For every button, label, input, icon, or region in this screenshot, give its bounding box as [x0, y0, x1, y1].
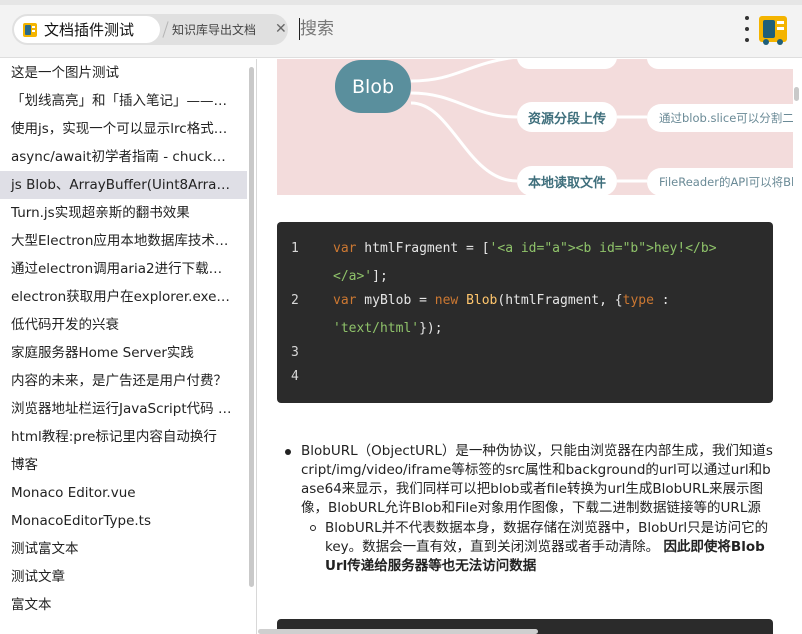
- sidebar-item[interactable]: html教程:pre标记里内容自动换行: [0, 423, 247, 451]
- article-body: BlobURL（ObjectURL）是一种伪协议，只能由浏览器在内部生成，我们知…: [282, 442, 774, 576]
- sidebar-item[interactable]: 测试文章: [0, 563, 247, 591]
- tab-group: 文档插件测试 知识库导出文档 ✕: [12, 14, 288, 45]
- sidebar-item[interactable]: electron获取用户在explorer.exe中选中的文件: [0, 283, 247, 311]
- circle-bullet-icon: [310, 525, 316, 531]
- tab-active[interactable]: 文档插件测试: [14, 16, 160, 43]
- mindmap-root-node: Blob: [335, 60, 411, 113]
- sidebar-scrollbar[interactable]: [249, 67, 254, 587]
- line-number: 4: [291, 369, 299, 384]
- sidebar-item[interactable]: Monaco Editor.vue: [0, 479, 247, 507]
- line-number: 3: [291, 345, 299, 360]
- app-logo-icon[interactable]: [756, 12, 790, 46]
- sub-list-item: BlobURL并不代表数据本身，数据存储在浏览器中，BlobUrl只是访问它的k…: [282, 519, 774, 576]
- document-list: 这是一个图片测试「划线高亮」和「插入笔记」——不可忽视的...使用js，实现一个…: [0, 59, 256, 619]
- sidebar-item[interactable]: 大型Electron应用本地数据库技术选型: [0, 227, 247, 255]
- sidebar-item[interactable]: 家庭服务器Home Server实践: [0, 339, 247, 367]
- sidebar-item[interactable]: 浏览器地址栏运行JavaScript代码 - 对象: [0, 395, 247, 423]
- title-bar-strip: [0, 0, 802, 5]
- sidebar-item[interactable]: 这是一个图片测试: [0, 59, 247, 87]
- sub-paragraph: BlobURL并不代表数据本身，数据存储在浏览器中，BlobUrl只是访问它的k…: [325, 520, 768, 574]
- code-text: </a>'];: [333, 269, 388, 284]
- sidebar-item[interactable]: 「划线高亮」和「插入笔记」——不可忽视的...: [0, 87, 247, 115]
- sidebar-item[interactable]: 富文本: [0, 591, 247, 619]
- code-text: 'text/html'});: [333, 321, 443, 336]
- bullet-icon: [285, 449, 291, 455]
- sidebar-item[interactable]: 内容的未来，是广告还是用户付费？: [0, 367, 247, 395]
- code-text: var htmlFragment = ['<a id="a"><b id="b"…: [333, 241, 717, 256]
- kebab-dot: [745, 38, 749, 42]
- line-number: 1: [291, 241, 299, 256]
- sidebar-item[interactable]: Turn.js实现超亲斯的翻书效果: [0, 199, 247, 227]
- sidebar-item[interactable]: 使用js，实现一个可以显示lrc格式歌词的播放器: [0, 115, 247, 143]
- paragraph-text: BlobURL（ObjectURL）是一种伪协议，只能由浏览器在内部生成，我们知…: [301, 443, 773, 516]
- sidebar-item[interactable]: js Blob、ArrayBuffer(Uint8Array、TypedArra…: [0, 171, 247, 199]
- line-number: 2: [291, 293, 299, 308]
- sidebar-item[interactable]: MonacoEditorType.ts: [0, 507, 247, 535]
- kebab-dot: [745, 16, 749, 20]
- code-text: var myBlob = new Blob(htmlFragment, {typ…: [333, 293, 670, 308]
- close-icon[interactable]: ✕: [275, 19, 287, 39]
- mindmap-node: 资源分段上传: [517, 102, 617, 132]
- notebook-icon: [23, 22, 37, 37]
- sidebar-item[interactable]: async/await初学者指南 - chuckQu的个人空间: [0, 143, 247, 171]
- mindmap-node: 本地读取文件: [517, 166, 617, 195]
- search-input[interactable]: [300, 16, 720, 42]
- more-options-icon[interactable]: [742, 16, 752, 42]
- list-item: BlobURL（ObjectURL）是一种伪协议，只能由浏览器在内部生成，我们知…: [282, 442, 774, 518]
- code-block[interactable]: 1 var htmlFragment = ['<a id="a"><b id="…: [277, 222, 773, 403]
- content-vertical-scrollbar[interactable]: [794, 87, 799, 101]
- tab-inactive-label[interactable]: 知识库导出文档: [172, 21, 256, 38]
- tab-separator: [162, 21, 169, 38]
- sidebar-item[interactable]: 低代码开发的兴衰: [0, 311, 247, 339]
- tab-active-label: 文档插件测试: [44, 21, 135, 39]
- kebab-dot: [745, 27, 749, 31]
- title-bar: 文档插件测试 知识库导出文档 ✕: [0, 0, 802, 58]
- document-list-sidebar: 这是一个图片测试「划线高亮」和「插入笔记」——不可忽视的...使用js，实现一个…: [0, 59, 257, 634]
- sidebar-item[interactable]: 博客: [0, 451, 247, 479]
- mindmap-image: Blob 资源分段上传 通过blob.slice可以分割二进制数据 本地读取文件…: [277, 59, 793, 195]
- sidebar-item[interactable]: 测试富文本: [0, 535, 247, 563]
- mindmap-leaf: FileReader的API可以将Blob: [647, 168, 793, 195]
- mindmap-leaf: 通过blob.slice可以分割二进制数据: [647, 104, 793, 132]
- sidebar-item[interactable]: 通过electron调用aria2进行下载，并显示进度: [0, 255, 247, 283]
- document-content: Blob 资源分段上传 通过blob.slice可以分割二进制数据 本地读取文件…: [258, 59, 802, 634]
- content-horizontal-scrollbar[interactable]: [258, 629, 538, 634]
